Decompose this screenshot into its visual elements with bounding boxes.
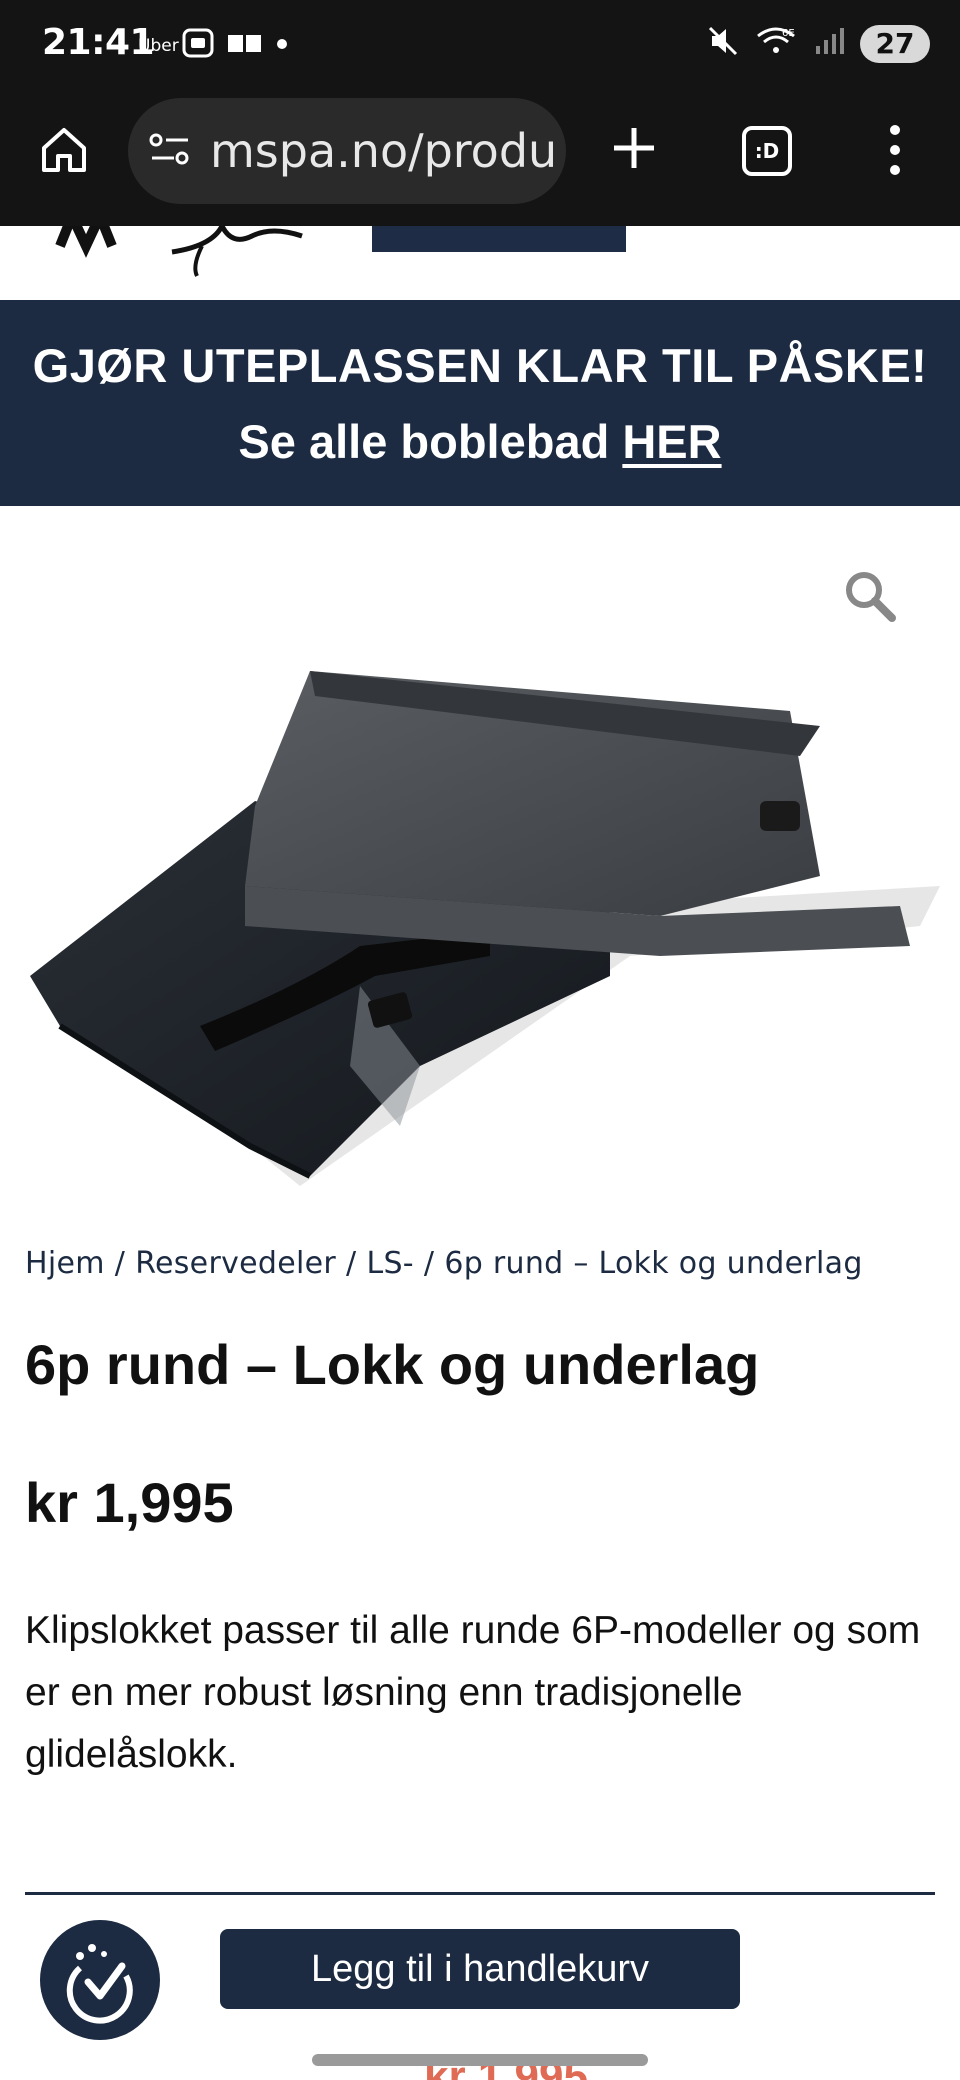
breadcrumb-separator: / — [346, 1246, 357, 1281]
battery-icon: 27 — [860, 24, 930, 63]
signal-icon — [814, 26, 844, 61]
site-logo[interactable] — [52, 226, 332, 300]
browser-toolbar: mspa.no/produ :D — [0, 90, 960, 226]
gesture-bar[interactable] — [312, 2054, 648, 2066]
product-title: 6p rund – Lokk og underlag — [25, 1333, 760, 1396]
breadcrumb: Hjem / Reservedeler / LS- / 6p rund – Lokk og … — [25, 1246, 863, 1281]
status-app-label: Uber — [138, 36, 179, 56]
breadcrumb-current: 6p rund – Lokk og underlag — [444, 1246, 863, 1281]
banner-link[interactable]: HER — [622, 415, 721, 468]
status-bar: 21:41 Uber 6E 27 — [0, 0, 960, 90]
svg-text:6E: 6E — [782, 28, 795, 39]
checkmark-badge-icon — [66, 1944, 133, 2024]
add-to-cart-button[interactable]: Legg til i handlekurv — [220, 1929, 740, 2009]
tabs-icon[interactable]: :D — [742, 126, 792, 176]
divider — [25, 1892, 935, 1895]
product-price: kr 1,995 — [25, 1471, 234, 1534]
url-text: mspa.no/produ — [210, 124, 558, 178]
site-header — [0, 226, 960, 300]
plus-icon[interactable] — [606, 120, 662, 176]
dot-icon — [276, 37, 288, 55]
banner-headline: GJØR UTEPLASSEN KLAR TIL PÅSKE! — [32, 339, 928, 392]
product-photo — [30, 671, 940, 1186]
breadcrumb-home[interactable]: Hjem — [25, 1246, 105, 1281]
breadcrumb-reservedeler[interactable]: Reservedeler — [135, 1246, 336, 1281]
address-bar[interactable]: mspa.no/produ — [128, 98, 566, 204]
wifi-6e-icon: 6E — [756, 24, 798, 63]
header-nav-block[interactable] — [372, 226, 626, 252]
status-icons-right: 6E 27 — [706, 24, 930, 63]
breadcrumb-separator: / — [114, 1246, 126, 1281]
banner-subline: Se alle boblebad HER — [0, 414, 960, 469]
breadcrumb-ls[interactable]: LS- — [366, 1246, 413, 1281]
trust-badge[interactable] — [40, 1920, 160, 2040]
banner-subline-text: Se alle boblebad — [238, 415, 623, 468]
status-icons-left — [182, 28, 288, 63]
promo-banner: GJØR UTEPLASSEN KLAR TIL PÅSKE! Se alle … — [0, 300, 960, 506]
site-settings-icon[interactable] — [148, 129, 192, 174]
mute-icon — [706, 24, 740, 63]
home-icon[interactable] — [36, 122, 92, 178]
media-icon — [228, 32, 262, 59]
product-image[interactable] — [0, 506, 960, 1206]
menu-dots-icon[interactable] — [880, 120, 910, 180]
breadcrumb-separator: / — [423, 1246, 435, 1281]
face-icon — [182, 28, 214, 63]
product-description: Klipslokket passer til alle runde 6P-mod… — [25, 1609, 921, 1776]
